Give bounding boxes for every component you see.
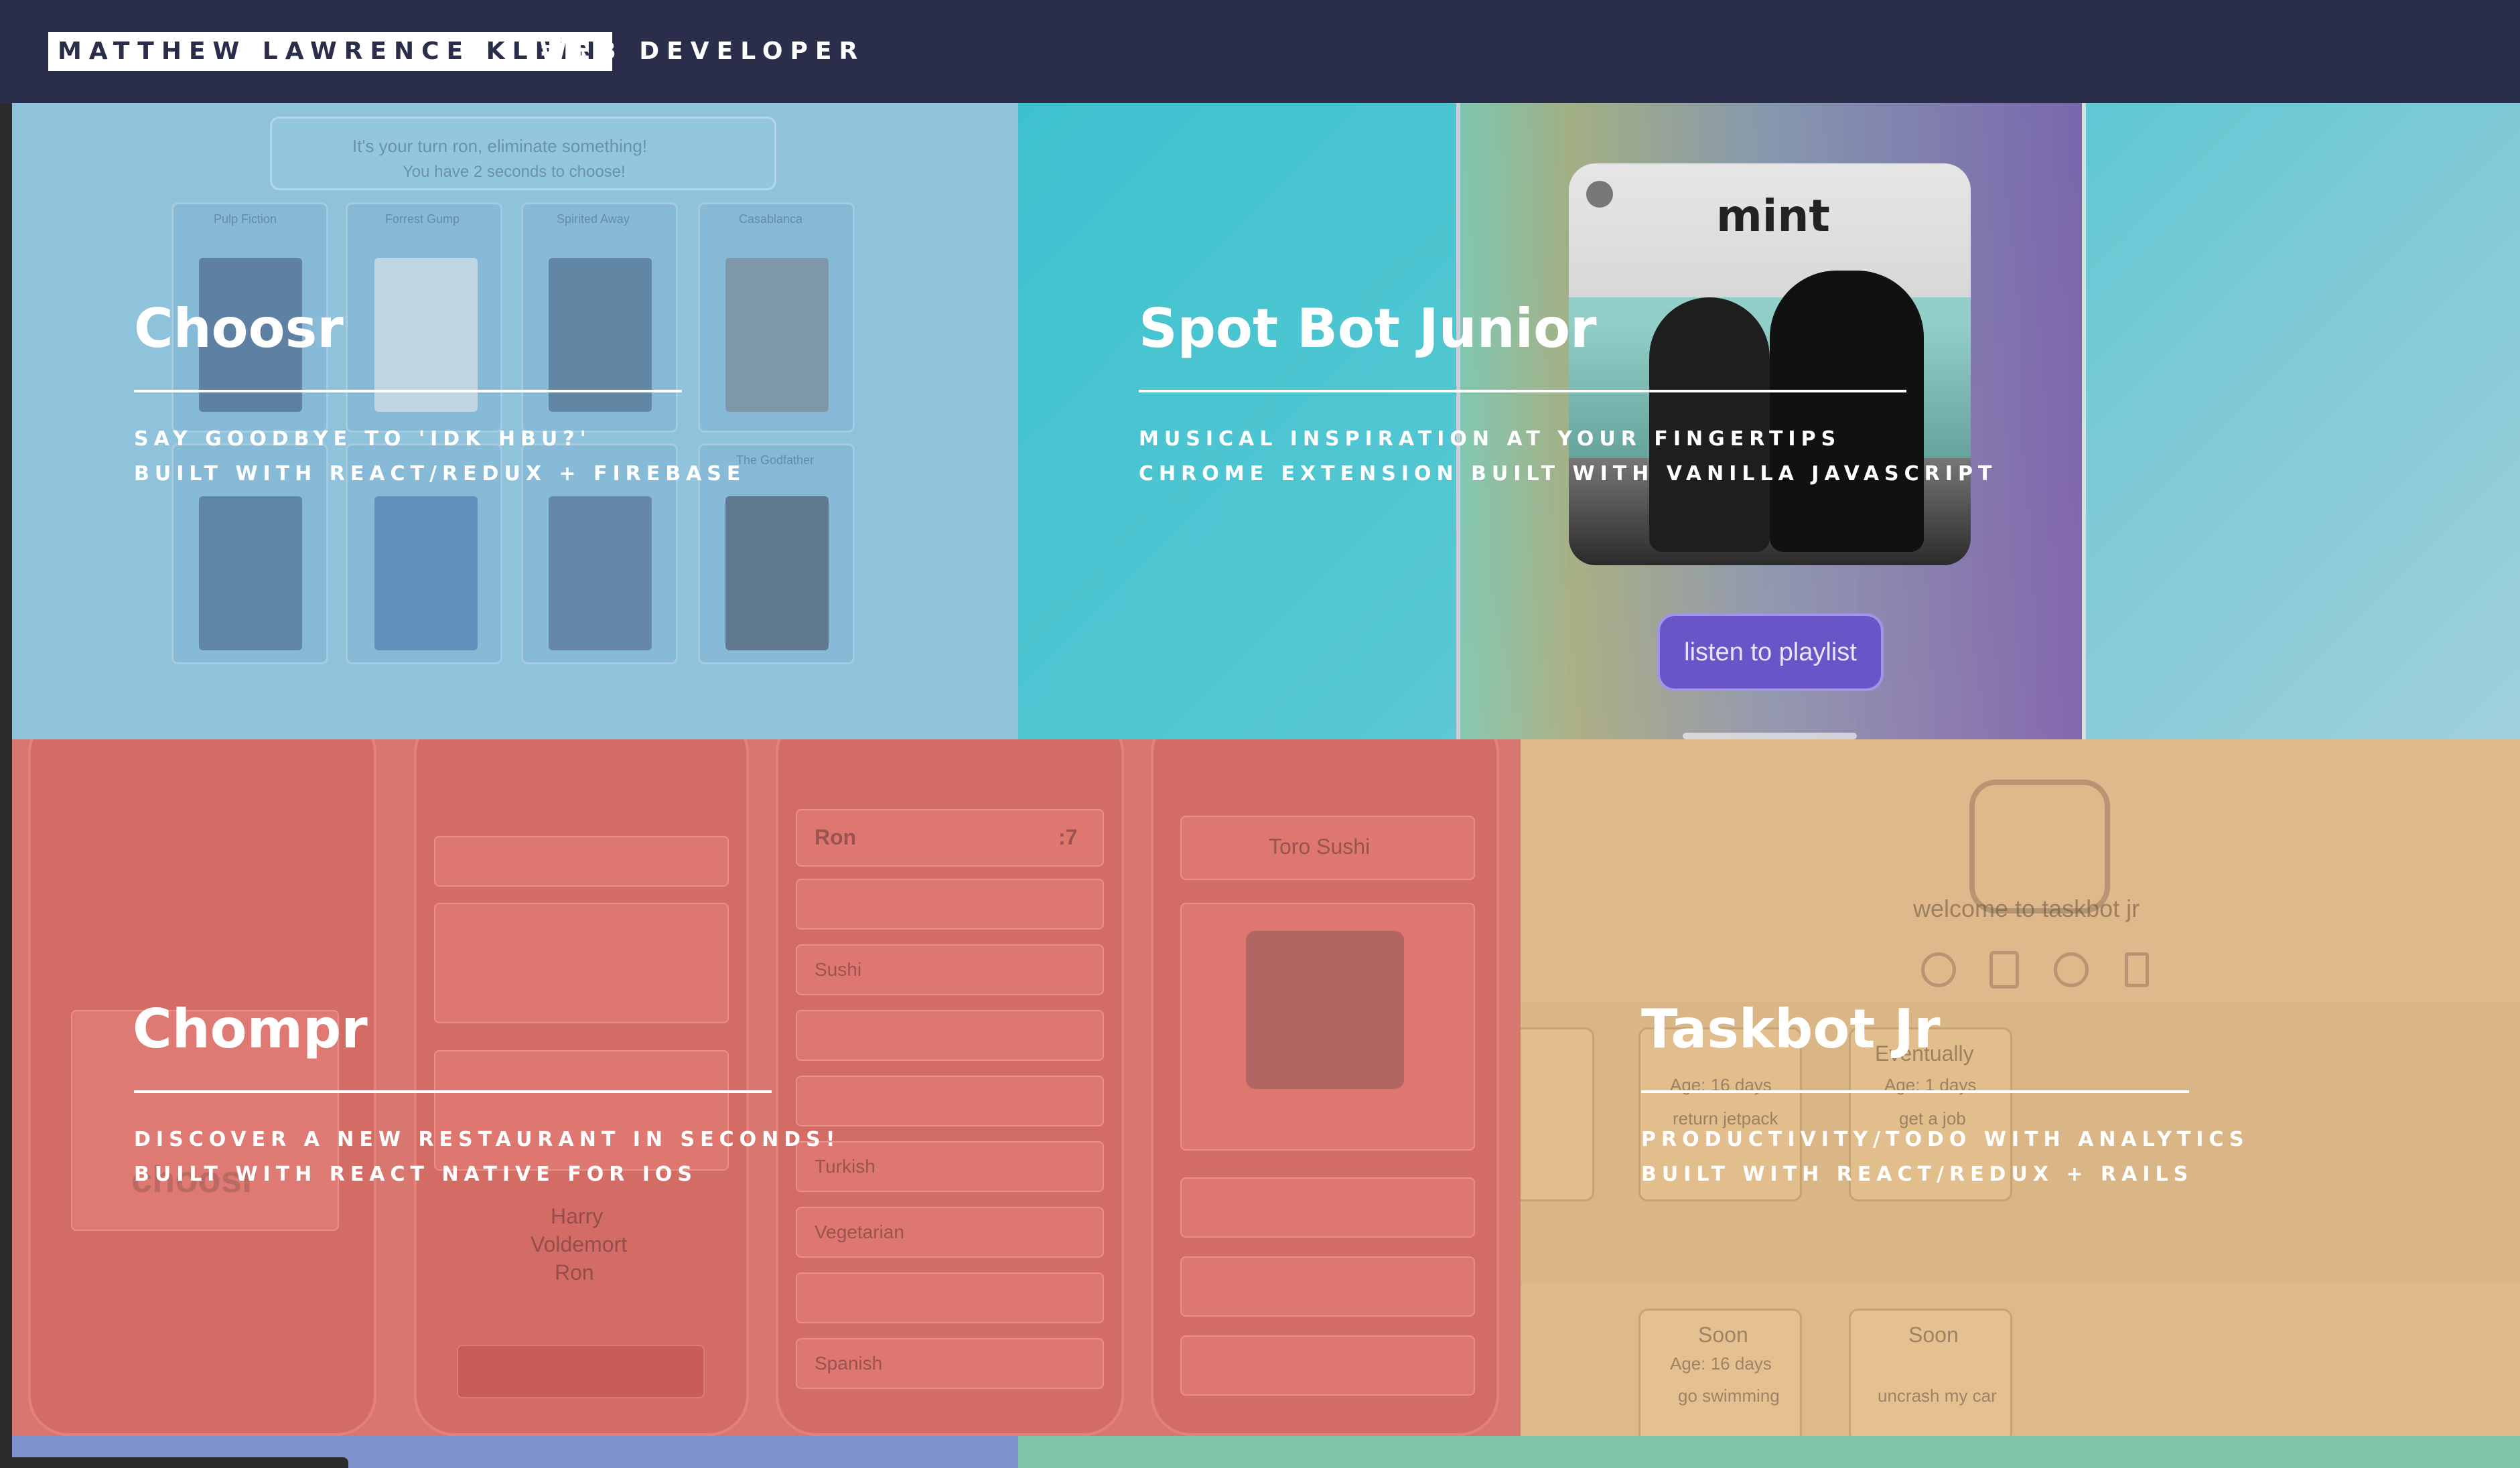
movie-card-title: Forrest Gump	[385, 212, 460, 226]
movie-card: Forrest Gump	[346, 202, 502, 433]
option-label: Turkish	[815, 1156, 876, 1177]
logout-icon	[2125, 952, 2149, 987]
movie-card: Spirited Away	[521, 202, 678, 433]
option-row	[796, 879, 1104, 930]
choosr-prompt-2: You have 2 seconds to choose!	[403, 163, 626, 181]
movie-poster	[725, 496, 829, 650]
option-label: Vegetarian	[815, 1222, 904, 1242]
restaurant-name-box: Toro Sushi	[1180, 816, 1475, 880]
project-title: Spot Bot Junior	[1139, 297, 1597, 360]
listen-to-playlist-button[interactable]: listen to playlist	[1657, 613, 1884, 691]
movie-card-title: The Godfather	[736, 453, 815, 467]
phone-mock: Ron :7 Sushi Turkish Vegetarian Spanish	[776, 739, 1124, 1436]
album-art: mint	[1569, 163, 1971, 565]
project-tagline: MUSICAL INSPIRATION AT YOUR FINGERTIPS	[1139, 427, 1841, 451]
choosr-preview-banner: It's your turn ron, eliminate something!…	[270, 117, 776, 190]
slider-box	[434, 903, 729, 1023]
project-tagline: SAY GOODBYE TO 'IDK HBU?'	[134, 427, 591, 451]
movie-card-title: Spirited Away	[557, 212, 630, 226]
movie-poster	[374, 258, 478, 412]
left-edge-strip	[0, 103, 12, 1468]
project-tech: CHROME EXTENSION BUILT WITH VANILLA JAVA…	[1139, 462, 1998, 486]
phone-mock: Toro Sushi	[1151, 739, 1499, 1436]
choosr-prompt-1: It's your turn ron, eliminate something!	[352, 136, 647, 156]
task-text: go swimming	[1678, 1386, 1780, 1406]
player-row-count: :7	[1058, 825, 1078, 849]
player-name: Voldemort	[531, 1232, 628, 1256]
movie-poster	[549, 258, 652, 412]
option-label: Spanish	[815, 1353, 883, 1374]
album-title: mint	[1716, 190, 1830, 242]
movie-card: Casablanca	[698, 202, 855, 433]
site-name-logo[interactable]: MATTHEW LAWRENCE KLEIN	[48, 32, 612, 71]
restaurant-photo	[1246, 931, 1404, 1089]
help-icon	[2054, 952, 2089, 987]
movie-poster	[725, 258, 829, 412]
task-card: Soon uncrash my car	[1849, 1309, 2012, 1436]
site-header: MATTHEW LAWRENCE KLEIN WEB DEVELOPER	[0, 0, 2520, 103]
taskbot-welcome: welcome to taskbot jr	[1913, 895, 2140, 922]
album-person-right	[1770, 271, 1924, 552]
task-age: Age: 16 days	[1670, 1353, 1772, 1374]
task-column-label: Soon	[1698, 1323, 1748, 1347]
project-tile-taskbot-jr[interactable]: welcome to taskbot jr Age: 16 days retur…	[1521, 739, 2520, 1436]
project-tagline: DISCOVER A NEW RESTAURANT IN SECONDS!	[134, 1128, 841, 1151]
home-button	[1180, 1335, 1475, 1396]
add-icon	[1921, 952, 1956, 987]
task-text: uncrash my car	[1878, 1386, 1997, 1406]
movie-card-title: Casablanca	[739, 212, 803, 226]
project-tile-partial-right[interactable]	[1018, 1436, 2520, 1468]
option-row	[796, 1272, 1104, 1323]
project-tile-chompr[interactable]: choosr Harry Voldemort Ron Ron :7 Sushi …	[12, 739, 1521, 1436]
option-label: Sushi	[815, 959, 862, 980]
address-field	[434, 836, 729, 887]
site-role: WEB DEVELOPER	[540, 38, 865, 65]
phone-mock: Harry Voldemort Ron	[414, 739, 749, 1436]
project-tagline: PRODUCTIVITY/TODO WITH ANALYTICS	[1641, 1128, 2249, 1151]
robot-logo-icon	[1969, 780, 2110, 913]
task-column-label: Soon	[1908, 1323, 1959, 1347]
option-row: Turkish	[796, 1141, 1104, 1192]
restaurant-photo-box	[1180, 903, 1475, 1151]
project-title: Choosr	[134, 297, 344, 360]
task-card: Soon Age: 16 days go swimming	[1638, 1309, 1802, 1436]
project-tech: BUILT WITH REACT/REDUX + FIREBASE	[134, 462, 746, 486]
menu-button	[1180, 1177, 1475, 1238]
clipboard-icon	[1989, 951, 2019, 988]
title-underline	[134, 390, 682, 392]
more-options-button	[1180, 1256, 1475, 1317]
spotify-icon	[1586, 181, 1613, 208]
player-row-name: Ron	[815, 825, 857, 849]
project-tile-spot-bot-junior[interactable]: mint listen to playlist Spot Bot Junior …	[1018, 103, 2520, 739]
title-underline	[134, 1090, 772, 1093]
submit-button	[457, 1345, 705, 1398]
task-card	[1521, 1027, 1594, 1201]
movie-poster	[199, 496, 302, 650]
restaurant-name: Toro Sushi	[1269, 834, 1371, 859]
project-title: Taskbot Jr	[1641, 998, 1941, 1060]
movie-poster	[374, 496, 478, 650]
project-title: Chompr	[133, 998, 368, 1060]
movie-card-title: Pulp Fiction	[214, 212, 277, 226]
option-row: Vegetarian	[796, 1207, 1104, 1258]
project-tile-choosr[interactable]: It's your turn ron, eliminate something!…	[12, 103, 1018, 739]
scroll-indicator	[1683, 733, 1857, 739]
status-bar	[0, 1457, 348, 1468]
project-tech: BUILT WITH REACT NATIVE FOR IOS	[134, 1163, 698, 1186]
option-row	[796, 1010, 1104, 1061]
project-tech: BUILT WITH REACT/REDUX + RAILS	[1641, 1163, 2194, 1186]
player-name: Ron	[555, 1260, 594, 1284]
player-name: Harry	[551, 1204, 604, 1228]
title-underline	[1139, 390, 1906, 392]
title-underline	[1641, 1090, 2189, 1093]
player-row: Ron :7	[796, 809, 1104, 867]
option-row: Sushi	[796, 944, 1104, 995]
option-row	[796, 1076, 1104, 1126]
movie-poster	[549, 496, 652, 650]
option-row: Spanish	[796, 1338, 1104, 1389]
phone-mock: choosr	[28, 739, 376, 1436]
